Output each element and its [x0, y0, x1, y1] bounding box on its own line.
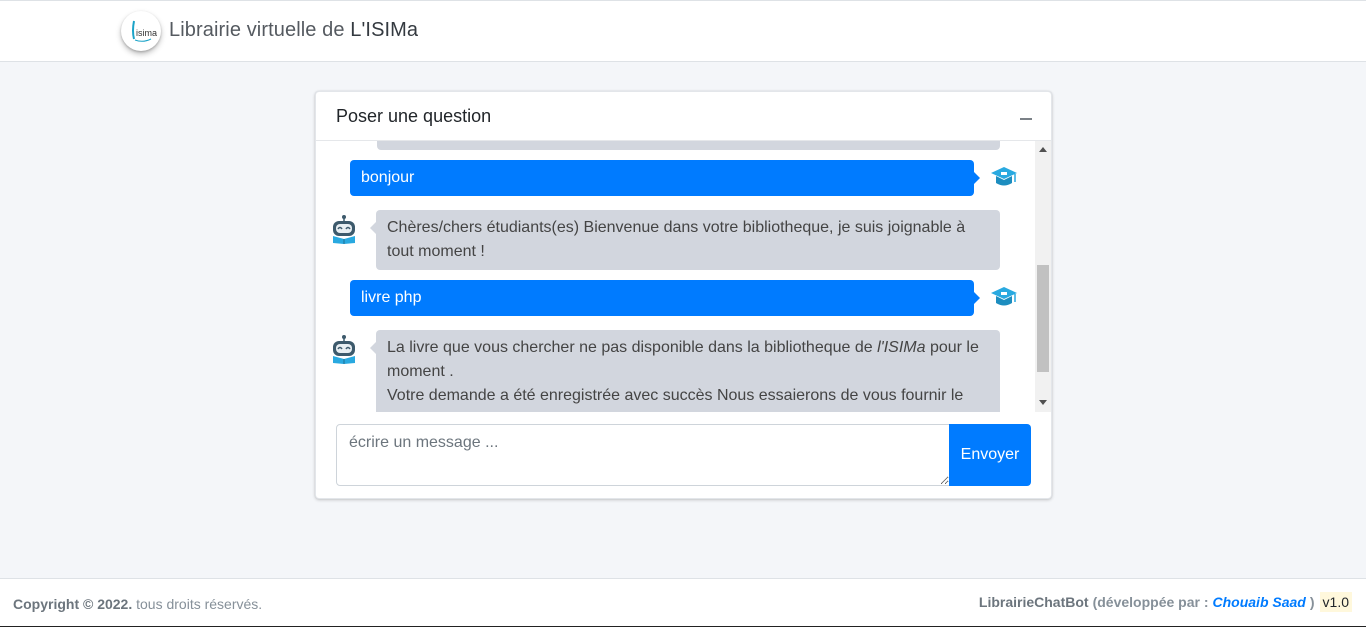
- app-name: LibrairieChatBot: [978, 594, 1089, 610]
- message-composer: Envoyer: [336, 424, 1032, 486]
- messages-scrollbar[interactable]: [1035, 141, 1051, 412]
- bot-message-text: Votre demande a été enregistrée avec suc…: [387, 387, 964, 412]
- isima-logo-icon: isima: [132, 20, 157, 42]
- version-badge: v1.0: [1319, 592, 1352, 612]
- bot-message-text: La livre que vous chercher ne pas dispon…: [387, 339, 878, 356]
- send-button[interactable]: Envoyer: [949, 424, 1031, 486]
- collapse-button[interactable]: [1016, 109, 1036, 127]
- user-message-text: livre php: [361, 289, 422, 306]
- developer-label: (développée par :: [1092, 594, 1209, 610]
- rights-text: tous droits réservés.: [132, 596, 263, 612]
- author-link[interactable]: Chouaib Saad: [1213, 594, 1306, 610]
- brand-name: L'ISIMa: [350, 19, 419, 41]
- brand-prefix: Librairie virtuelle de: [169, 19, 351, 41]
- isima-logo[interactable]: isima: [121, 11, 161, 51]
- scroll-down-arrow-icon[interactable]: [1039, 400, 1047, 405]
- scroll-thumb[interactable]: [1037, 265, 1049, 372]
- top-navbar: isima Librairie virtuelle de L'ISIMa: [0, 0, 1366, 62]
- user-message: livre php: [350, 280, 980, 316]
- card-title: Poser une question: [336, 106, 492, 126]
- previous-bot-message: [377, 141, 1000, 150]
- bot-message: Chères/chers étudiants(es) Bienvenue dan…: [370, 210, 1000, 270]
- closing-paren: ): [1309, 594, 1315, 610]
- user-message-text: bonjour: [361, 169, 415, 186]
- page-footer: Copyright © 2022. tous droits réservés. …: [0, 578, 1366, 627]
- robot-reading-icon: [333, 215, 355, 244]
- message-input[interactable]: [336, 424, 950, 486]
- graduation-cap-icon: [991, 167, 1017, 186]
- footer-copyright: Copyright © 2022. tous droits réservés.: [13, 596, 262, 612]
- graduation-cap-icon: [991, 287, 1017, 306]
- copyright-text: Copyright © 2022.: [13, 596, 133, 612]
- bot-message-text: Chères/chers étudiants(es) Bienvenue dan…: [387, 219, 966, 260]
- scroll-up-arrow-icon[interactable]: [1039, 147, 1047, 152]
- svg-text:isima: isima: [136, 28, 157, 38]
- robot-reading-icon: [333, 335, 355, 364]
- bot-message-emphasis: l'ISIMa: [877, 339, 926, 356]
- messages-list[interactable]: bonjour Chères/chers étudiants(es) Bienv…: [316, 141, 1051, 412]
- chat-card: Poser une question bonjour Chères/chers: [315, 91, 1052, 499]
- brand-title[interactable]: Librairie virtuelle de L'ISIMa: [169, 19, 418, 42]
- bot-message: La livre que vous chercher ne pas dispon…: [370, 330, 1000, 412]
- card-header: Poser une question: [316, 92, 1051, 141]
- user-message: bonjour: [350, 160, 980, 196]
- footer-credits: LibrairieChatBot (développée par : Choua…: [979, 592, 1352, 612]
